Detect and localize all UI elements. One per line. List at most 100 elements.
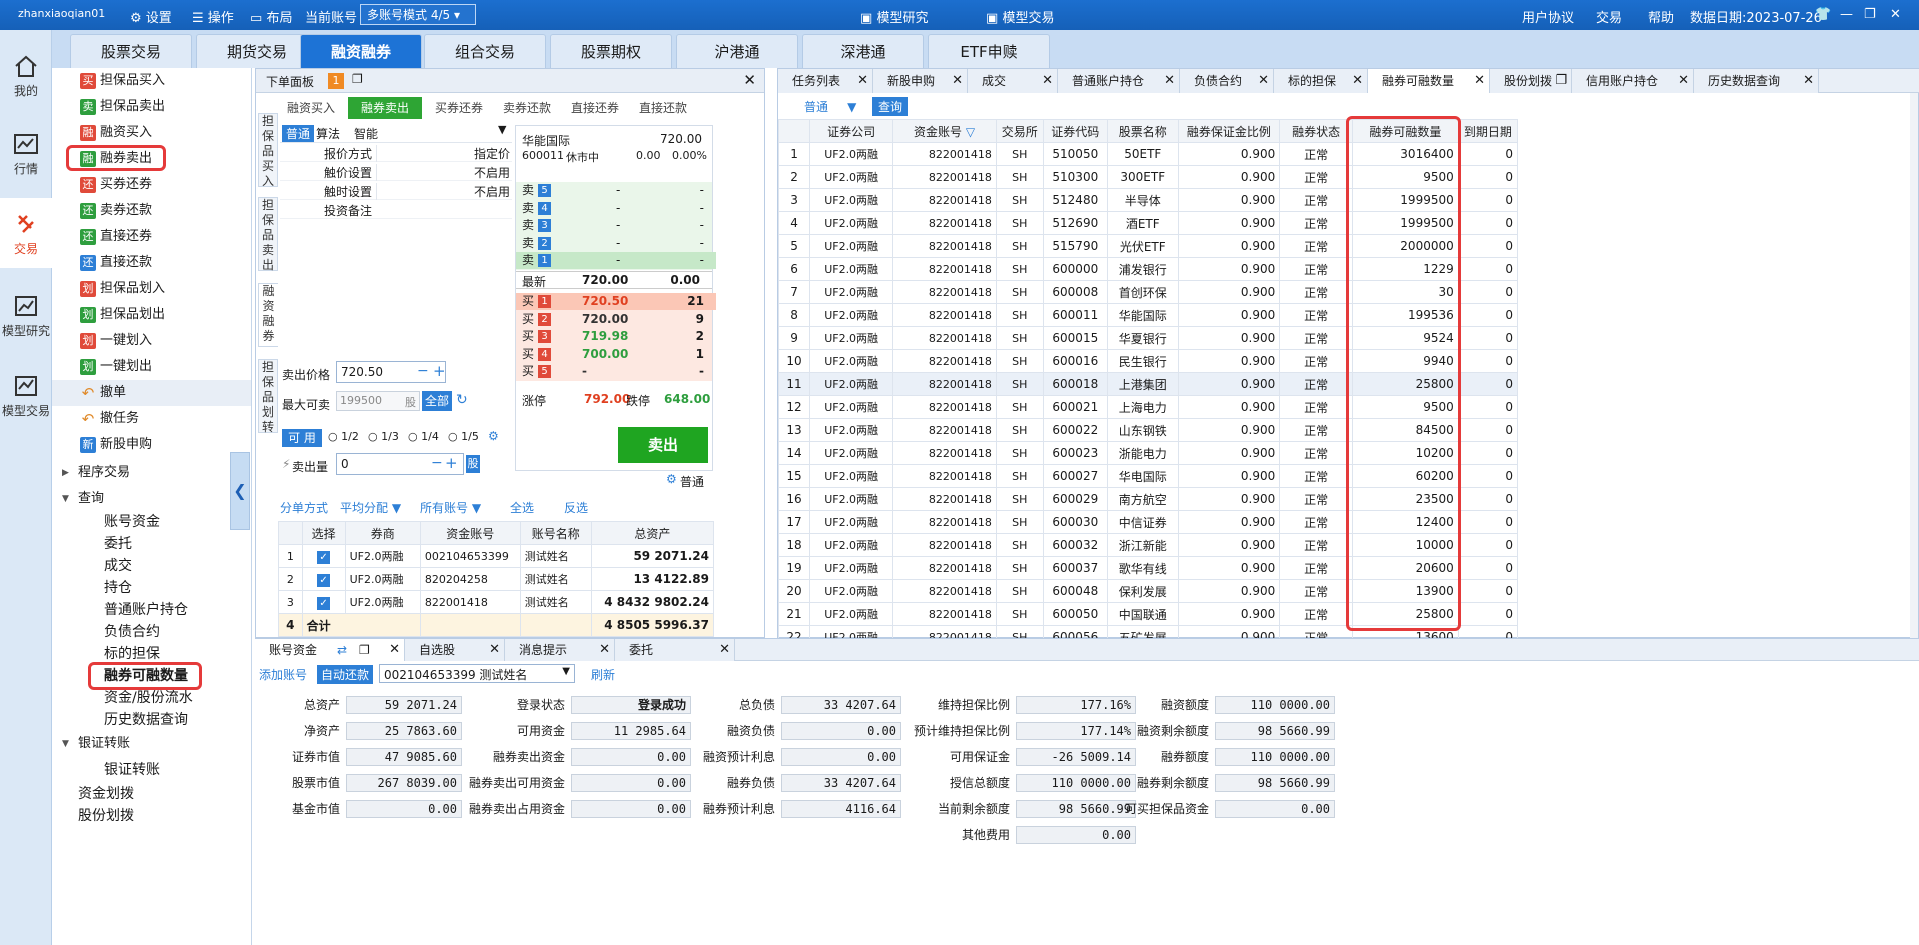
minus-icon[interactable]: − (431, 455, 443, 471)
close-panel-icon[interactable]: ✕ (743, 71, 756, 89)
minus-icon[interactable]: − (417, 363, 429, 379)
bottom-tab-2[interactable]: 消息提示 ✕ (505, 639, 615, 661)
tree-item-5[interactable]: 还卖券还款 (52, 198, 251, 224)
right-tab-3[interactable]: 普通账户持仓 ✕ (1058, 69, 1180, 93)
table-header-cell[interactable]: 到期日期 (1457, 119, 1519, 143)
help-link[interactable]: 帮助 (1648, 7, 1674, 26)
ask-level-5[interactable]: 卖 5-- (516, 182, 716, 199)
close-tab-icon[interactable]: ✕ (1803, 69, 1814, 93)
close-tab-icon[interactable]: ✕ (1474, 69, 1485, 93)
close-tab-icon[interactable]: ✕ (719, 639, 730, 661)
bottom-tab-3[interactable]: 委托 ✕ (615, 639, 735, 661)
subtab-buy-return[interactable]: 买券还券 (428, 97, 490, 119)
query-item-2[interactable]: 成交 (52, 555, 251, 577)
subtab-direct-repay[interactable]: 直接还款 (632, 97, 694, 119)
bottom-tab-1[interactable]: 自选股 ✕ (405, 639, 505, 661)
trade-link[interactable]: 交易 (1596, 7, 1622, 26)
tab-stock-trade[interactable]: 股票交易 (70, 34, 192, 68)
close-tab-icon[interactable]: ✕ (1678, 69, 1689, 93)
tree-group-bank[interactable]: ▼ 银证转账 (52, 731, 251, 757)
close-tab-icon[interactable]: ✕ (1352, 69, 1363, 93)
close-tab-icon[interactable]: ✕ (1042, 69, 1053, 93)
tree-item-4[interactable]: 还买券还券 (52, 172, 251, 198)
tab-stock-options[interactable]: 股票期权 (550, 34, 672, 68)
ask-level-3[interactable]: 卖 3-- (516, 217, 716, 234)
table-header-cell[interactable] (777, 119, 811, 143)
query-item-3[interactable]: 持仓 (52, 577, 251, 599)
bank-item-0[interactable]: 银证转账 (52, 757, 251, 783)
right-tab-5[interactable]: 标的担保 ✕ (1274, 69, 1368, 93)
bid-level-3[interactable]: 买 3 719.98 2 (516, 328, 716, 345)
close-tab-icon[interactable]: ❐ (1555, 69, 1567, 93)
ratio-radio-2[interactable]: ○ 1/4 (408, 430, 439, 443)
table-header-cell[interactable]: 资金账号 ▽ (892, 119, 997, 143)
chevron-down-icon[interactable]: ▼ (498, 123, 506, 136)
query-item-8[interactable]: 资金/股份流水 (52, 687, 251, 709)
nav-trade[interactable]: 交易 (0, 198, 52, 268)
query-item-0[interactable]: 账号资金 (52, 511, 251, 533)
close-tab-icon[interactable]: ✕ (489, 639, 500, 661)
query-item-4[interactable]: 普通账户持仓 (52, 599, 251, 621)
tree-item-12[interactable]: ↶ 撤单 (52, 380, 251, 406)
split-method-select[interactable]: 平均分配 ▼ (340, 499, 401, 516)
nav-model-trade[interactable]: 模型交易 (0, 360, 52, 430)
plus-icon[interactable]: + (433, 362, 446, 380)
bid-level-2[interactable]: 买 2 720.00 9 (516, 311, 716, 328)
tab-etf[interactable]: ETF申赎 (928, 34, 1050, 68)
right-tab-9[interactable]: 历史数据查询 ✕ (1694, 69, 1819, 93)
bid-level-5[interactable]: 买 5-- (516, 363, 716, 380)
mode-algo[interactable]: 算法 (316, 125, 340, 142)
order-field-value[interactable]: 不启用 (376, 183, 510, 200)
tree-group-program[interactable]: ▶ 程序交易 (52, 460, 251, 486)
close-tab-icon[interactable]: ✕ (857, 69, 868, 93)
invert-select-link[interactable]: 反选 (564, 499, 588, 516)
account-select[interactable]: 002104653399 测试姓名 ▼ (379, 664, 575, 683)
checkbox-checked-icon[interactable]: ✓ (317, 596, 331, 610)
table-header-cell[interactable]: 融券状态 (1279, 119, 1353, 143)
account-table-row[interactable]: 1 ✓ UF2.0两融 002104653399 测试姓名 59 2071.24 (278, 544, 715, 568)
right-tab-2[interactable]: 成交 ✕ (968, 69, 1058, 93)
qty-input[interactable]: 0 − + (336, 453, 464, 475)
available-button[interactable]: 可 用 (282, 429, 322, 447)
account-table-row[interactable]: 2 ✓ UF2.0两融 820204258 测试姓名 13 4122.89 (278, 567, 715, 591)
nav-market[interactable]: 行情 (0, 118, 52, 188)
layout-menu[interactable]: ▭ 布局 (250, 7, 292, 26)
gear-icon[interactable]: ⚙ (666, 472, 677, 486)
user-agreement-link[interactable]: 用户协议 (1522, 7, 1574, 26)
query-button[interactable]: 查询 (872, 97, 909, 116)
checkbox-checked-icon[interactable]: ✓ (317, 573, 331, 587)
add-account-link[interactable]: 添加账号 (259, 666, 307, 683)
tree-item-2[interactable]: 融融资买入 (52, 120, 251, 146)
tree-item-6[interactable]: 还直接还券 (52, 224, 251, 250)
sell-price-input[interactable]: 720.50 − + (336, 361, 446, 383)
right-tab-4[interactable]: 负债合约 ✕ (1180, 69, 1274, 93)
right-tab-7[interactable]: 股份划拨 ❐ (1490, 69, 1572, 93)
float-window-icon[interactable]: ❐ (359, 639, 370, 661)
close-tab-icon[interactable]: ✕ (1164, 69, 1175, 93)
settings-menu[interactable]: ⚙ 设置 (130, 7, 172, 26)
subtab-direct-return[interactable]: 直接还券 (564, 97, 626, 119)
close-icon[interactable]: ✕ (1890, 7, 1901, 22)
right-tab-8[interactable]: 信用账户持仓 ✕ (1572, 69, 1694, 93)
subtab-sell-repay[interactable]: 卖券还款 (496, 97, 558, 119)
order-field-value[interactable]: 指定价 (376, 145, 510, 162)
bid-level-4[interactable]: 买 4 700.00 1 (516, 346, 716, 363)
vtab-collateral-sell[interactable]: 担保品卖出 (258, 197, 278, 272)
query-item-5[interactable]: 负债合约 (52, 621, 251, 643)
skin-icon[interactable]: 👕 (1815, 7, 1831, 22)
tree-group-query[interactable]: ▼ 查询 (52, 486, 251, 512)
query-item-1[interactable]: 委托 (52, 533, 251, 555)
account-mode-select[interactable]: 多账号模式 4/5 ▾ (360, 4, 476, 25)
tree-item-11[interactable]: 划一键划出 (52, 354, 251, 380)
right-tab-6[interactable]: 融券可融数量 ✕ (1368, 69, 1490, 93)
operate-menu[interactable]: ☰ 操作 (192, 7, 234, 26)
tab-shanghai-hk[interactable]: 沪港通 (676, 34, 798, 68)
model-research-button[interactable]: ▣ 模型研究 (860, 7, 928, 26)
ratio-radio-3[interactable]: ○ 1/5 (448, 430, 479, 443)
close-tab-icon[interactable]: ✕ (599, 639, 610, 661)
tree-item-8[interactable]: 划担保品划入 (52, 276, 251, 302)
ratio-radio-1[interactable]: ○ 1/3 (368, 430, 399, 443)
tab-combo-trade[interactable]: 组合交易 (424, 34, 546, 68)
close-tab-icon[interactable]: ✕ (389, 639, 400, 661)
table-header-cell[interactable]: 股票名称 (1106, 119, 1179, 143)
